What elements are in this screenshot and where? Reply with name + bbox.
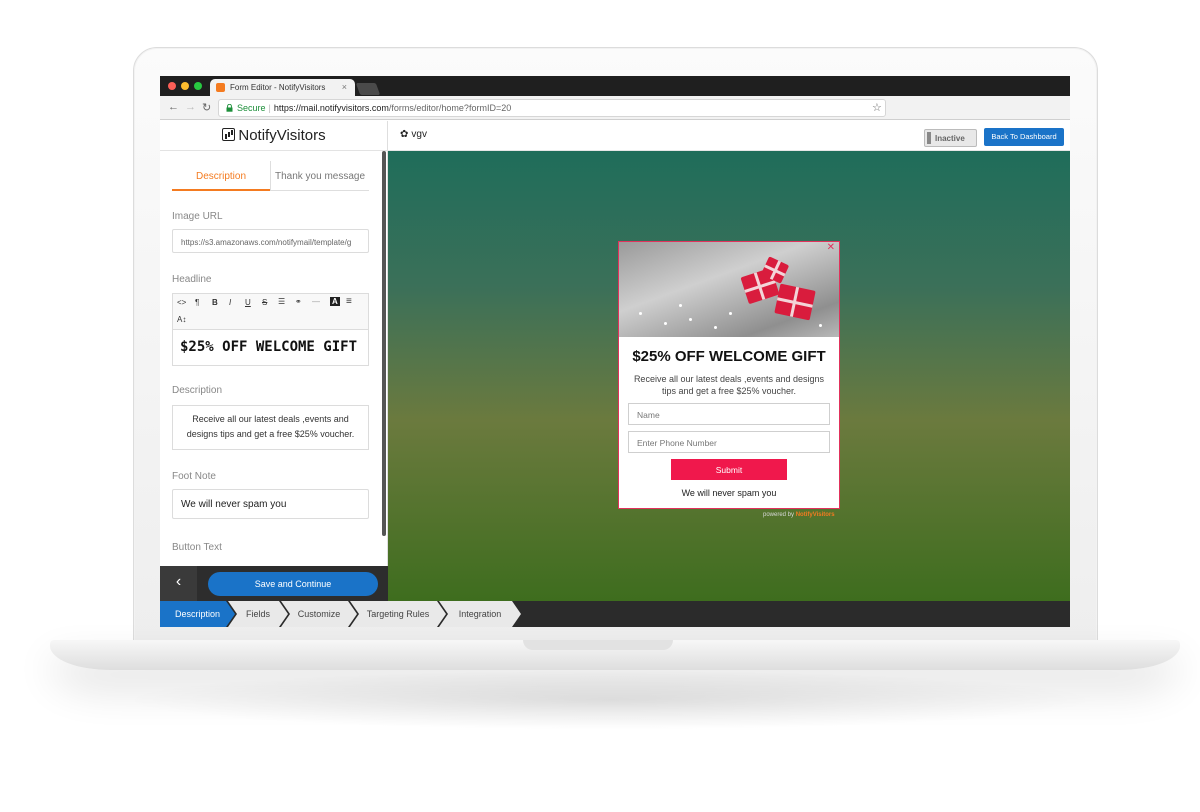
- step-description[interactable]: Description: [160, 601, 235, 627]
- logo-text: NotifyVisitors: [238, 127, 326, 144]
- secure-label: Secure: [237, 103, 266, 113]
- headline-editor: <> ¶ B I U S ☰ ⚭ — A ≡ A↕ $25% OFF WELCO…: [172, 293, 369, 366]
- tab-close-icon[interactable]: ×: [342, 82, 347, 92]
- reload-icon[interactable]: ↻: [202, 101, 211, 114]
- minimize-window-icon[interactable]: [181, 82, 189, 90]
- headline-label: Headline: [172, 274, 212, 285]
- bookmark-star-icon[interactable]: ☆: [872, 101, 882, 114]
- gear-icon[interactable]: ✿: [400, 129, 408, 140]
- powered-by-text: powered by: [763, 512, 795, 518]
- sparkle: [639, 312, 642, 315]
- editor-topbar: ✿ vgv Inactive Back To Dashboard: [388, 121, 1070, 151]
- laptop-screen: Form Editor - NotifyVisitors × ← → ↻ Sec…: [160, 76, 1070, 627]
- browser-address-bar: ← → ↻ Secure | https://mail.notifyvisitors…: [160, 96, 1070, 120]
- sparkle: [714, 326, 717, 329]
- url-input[interactable]: Secure | https://mail.notifyvisitors.com/f…: [218, 99, 886, 117]
- sparkle: [729, 312, 732, 315]
- popup-preview: ✕ $25% OFF WELCOME GIFT Receive all our …: [618, 241, 840, 509]
- form-name[interactable]: ✿ vgv: [400, 129, 427, 140]
- favicon-icon: [216, 83, 225, 92]
- close-window-icon[interactable]: [168, 82, 176, 90]
- foot-note-label: Foot Note: [172, 471, 216, 482]
- code-view-icon[interactable]: <>: [177, 298, 186, 307]
- maximize-window-icon[interactable]: [194, 82, 202, 90]
- sidebar-scrollbar[interactable]: [382, 151, 386, 536]
- sparkle: [679, 304, 682, 307]
- image-url-input[interactable]: https://s3.amazonaws.com/notifymail/temp…: [172, 229, 369, 253]
- description-textarea[interactable]: Receive all our latest deals ,events and…: [172, 405, 369, 450]
- align-icon[interactable]: ≡: [346, 296, 352, 307]
- tab-description[interactable]: Description: [172, 161, 270, 191]
- sparkle: [689, 318, 692, 321]
- step-fields[interactable]: Fields: [228, 601, 288, 627]
- lock-icon: [226, 104, 233, 112]
- sidebar-footer: ‹ Save and Continue: [160, 566, 388, 601]
- sparkle: [664, 322, 667, 325]
- browser-tab-title: Form Editor - NotifyVisitors: [230, 83, 326, 92]
- form-name-text: vgv: [411, 129, 427, 140]
- popup-submit-button[interactable]: Submit: [671, 459, 787, 480]
- button-text-label: Button Text: [172, 542, 222, 553]
- underline-icon[interactable]: U: [245, 298, 251, 307]
- logo: NotifyVisitors: [160, 121, 388, 151]
- powered-by-label: powered by NotifyVisitors: [763, 512, 835, 518]
- description-label: Description: [172, 385, 223, 396]
- new-tab-button[interactable]: [355, 83, 381, 95]
- app: NotifyVisitors Description Thank you mes…: [160, 121, 1070, 627]
- popup-footnote: We will never spam you: [681, 488, 777, 498]
- wizard-steps: Integration Targeting Rules Customize Fi…: [160, 601, 1070, 627]
- image-url-label: Image URL: [172, 211, 223, 222]
- horizontal-rule-icon[interactable]: —: [312, 297, 320, 306]
- popup-close-icon[interactable]: ✕: [827, 242, 835, 253]
- url-path: /forms/editor/home?formID=20: [388, 103, 512, 113]
- step-integration[interactable]: Integration: [439, 601, 521, 627]
- forward-arrow-icon[interactable]: →: [185, 101, 196, 113]
- url-host: https://mail.notifyvisitors.com: [273, 103, 389, 113]
- foot-note-input[interactable]: We will never spam you: [172, 489, 369, 519]
- popup-hero-image: [619, 242, 839, 337]
- italic-icon[interactable]: I: [229, 298, 231, 307]
- back-arrow-icon[interactable]: ←: [168, 101, 179, 113]
- logo-chart-icon: [222, 128, 236, 141]
- sparkle: [819, 324, 822, 327]
- back-to-dashboard-button[interactable]: Back To Dashboard: [984, 128, 1064, 146]
- bold-icon[interactable]: B: [212, 298, 218, 307]
- preview-canvas: ✕ $25% OFF WELCOME GIFT Receive all our …: [388, 151, 1070, 601]
- back-chevron-icon[interactable]: ‹: [160, 566, 197, 601]
- laptop-notch: [523, 640, 673, 650]
- paragraph-icon[interactable]: ¶: [195, 298, 199, 307]
- sidebar-tabs: Description Thank you message: [172, 161, 369, 191]
- powered-by-brand[interactable]: NotifyVisitors: [796, 512, 835, 518]
- popup-title: $25% OFF WELCOME GIFT: [632, 348, 826, 365]
- step-customize[interactable]: Customize: [281, 601, 357, 627]
- text-color-icon[interactable]: A: [330, 297, 340, 306]
- browser-tab-bar: Form Editor - NotifyVisitors ×: [160, 76, 1070, 96]
- tab-thank-you-message[interactable]: Thank you message: [270, 161, 369, 191]
- font-size-icon[interactable]: A↕: [177, 315, 186, 324]
- laptop-shadow: [120, 670, 1100, 730]
- popup-phone-input[interactable]: Enter Phone Number: [628, 431, 830, 453]
- headline-editor-text[interactable]: $25% OFF WELCOME GIFT: [180, 339, 357, 355]
- editor-toolbar: <> ¶ B I U S ☰ ⚭ — A ≡ A↕: [173, 294, 368, 330]
- browser-tab[interactable]: Form Editor - NotifyVisitors ×: [210, 79, 355, 96]
- link-icon[interactable]: ⚭: [295, 297, 302, 306]
- list-icon[interactable]: ☰: [278, 297, 285, 306]
- popup-name-input[interactable]: Name: [628, 403, 830, 425]
- step-targeting-rules[interactable]: Targeting Rules: [350, 601, 446, 627]
- strikethrough-icon[interactable]: S: [262, 298, 267, 307]
- gift-box-image: [774, 283, 816, 321]
- status-toggle[interactable]: Inactive: [924, 129, 977, 147]
- editor-sidebar: NotifyVisitors Description Thank you mes…: [160, 121, 388, 601]
- popup-description: Receive all our latest deals ,events and…: [633, 374, 825, 396]
- save-and-continue-button[interactable]: Save and Continue: [208, 572, 378, 596]
